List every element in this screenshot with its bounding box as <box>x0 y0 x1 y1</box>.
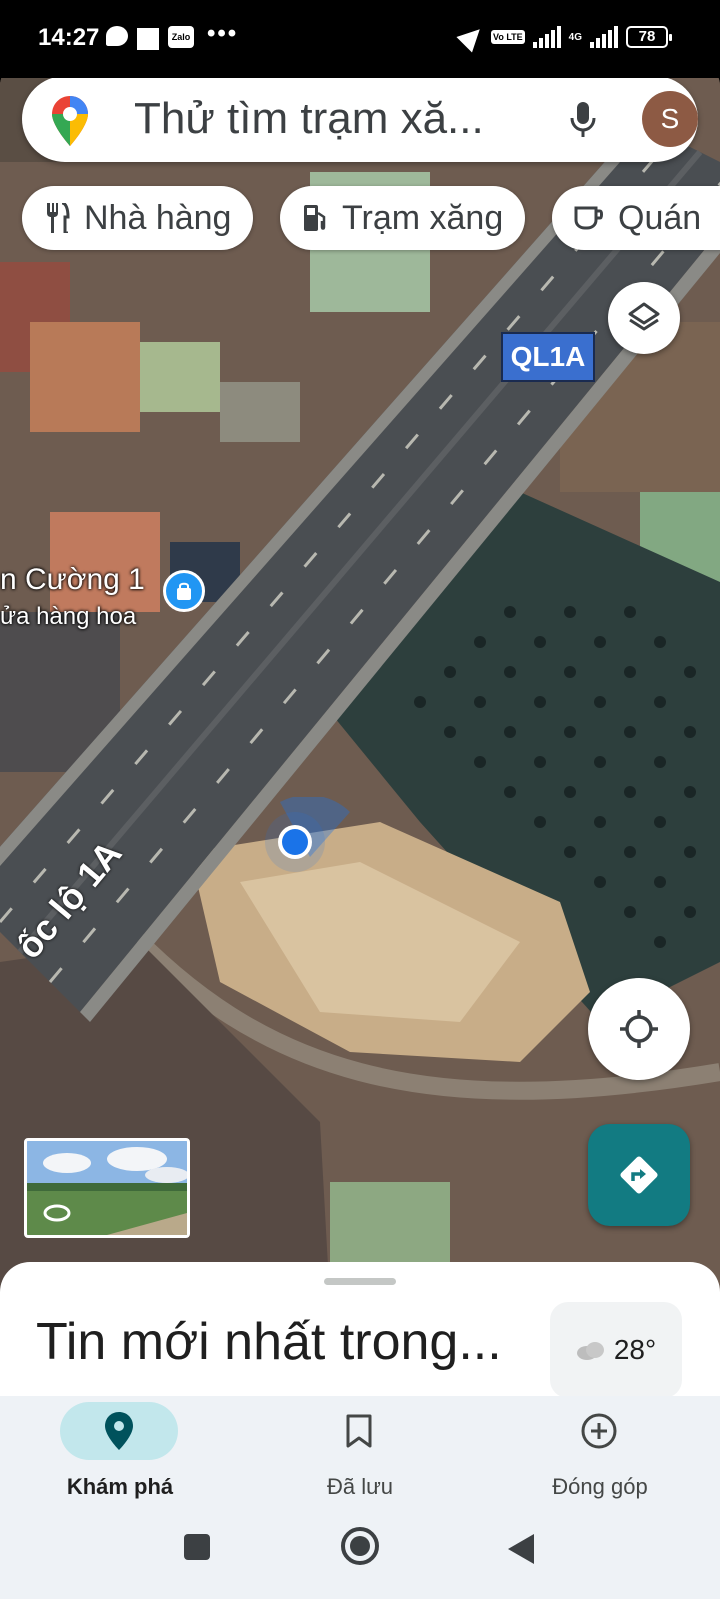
sheet-title: Tin mới nhất trong... <box>36 1313 502 1371</box>
nav-label: Đã lưu <box>326 1474 394 1499</box>
chat-notification-icon <box>106 26 128 46</box>
account-avatar[interactable]: S <box>642 91 698 147</box>
chip-label: Nhà hàng <box>84 198 232 237</box>
status-time: 14:27 <box>38 24 100 51</box>
search-bar[interactable]: Thử tìm trạm xă... S <box>22 76 698 162</box>
status-bar: 14:27 Zalo ••• Vo LTE 4G 78 <box>0 0 720 78</box>
location-active-icon <box>456 21 488 53</box>
gas-station-icon <box>302 203 328 233</box>
directions-icon <box>620 1156 658 1194</box>
system-navigation-bar <box>0 1510 720 1599</box>
poi-name[interactable]: n Cường 1 <box>0 563 145 597</box>
nav-contribute[interactable]: Đóng góp <box>480 1396 720 1510</box>
add-circle-icon <box>581 1413 617 1449</box>
chip-label: Quán <box>618 198 702 237</box>
home-button[interactable] <box>340 1526 380 1566</box>
temperature: 28° <box>613 1334 657 1365</box>
signal-icon <box>532 26 561 48</box>
gallery-notification-icon <box>137 28 159 50</box>
recent-apps-button[interactable] <box>182 1532 212 1562</box>
my-location-button[interactable] <box>588 978 690 1080</box>
zalo-notification-icon: Zalo <box>168 26 194 48</box>
microphone-icon[interactable] <box>570 102 596 138</box>
back-button[interactable] <box>506 1532 536 1566</box>
bottom-navigation: Khám phá Đã lưu Đóng góp <box>0 1396 720 1510</box>
directions-button[interactable] <box>588 1124 690 1226</box>
nav-contribute-indicator <box>540 1402 658 1460</box>
crosshair-icon <box>620 1010 658 1048</box>
nav-saved-indicator <box>300 1402 418 1460</box>
sheet-drag-handle[interactable] <box>324 1278 396 1285</box>
layers-button[interactable] <box>608 282 680 354</box>
latest-news-sheet[interactable]: Tin mới nhất trong... 28° <box>0 1262 720 1402</box>
nav-saved[interactable]: Đã lưu <box>240 1396 480 1510</box>
poi-category[interactable]: ửa hàng hoa <box>0 603 136 631</box>
chip-label: Trạm xăng <box>342 198 504 237</box>
nav-label: Khám phá <box>66 1474 174 1499</box>
layers-icon <box>628 302 660 331</box>
restaurant-icon <box>44 203 70 233</box>
network-type: 4G <box>568 31 582 43</box>
google-maps-logo-icon <box>52 96 88 146</box>
shopping-bag-pin-icon[interactable] <box>163 570 205 612</box>
nav-explore[interactable]: Khám phá <box>0 1396 240 1510</box>
chip-gas-stations[interactable]: Trạm xăng <box>280 186 526 250</box>
signal-icon-2 <box>590 26 618 48</box>
nav-label: Đóng góp <box>552 1474 648 1499</box>
search-input[interactable]: Thử tìm trạm xă... <box>134 94 484 144</box>
street-view-thumbnail[interactable] <box>24 1138 190 1238</box>
my-location-dot[interactable] <box>250 797 370 917</box>
chip-restaurants[interactable]: Nhà hàng <box>22 186 254 250</box>
cloud-icon <box>576 1342 604 1360</box>
battery-icon: 78 <box>626 26 672 48</box>
route-shield-ql1a[interactable]: QL1A <box>501 332 595 382</box>
explore-pin-icon <box>105 1412 133 1450</box>
more-notifications-icon: ••• <box>207 20 239 47</box>
nav-explore-indicator <box>60 1402 178 1460</box>
weather-chip[interactable]: 28° <box>550 1302 682 1398</box>
volte-icon: Vo LTE <box>490 30 525 44</box>
cafe-icon <box>574 204 604 232</box>
chip-cafes[interactable]: Quán <box>552 186 720 250</box>
bookmark-icon <box>346 1414 372 1448</box>
